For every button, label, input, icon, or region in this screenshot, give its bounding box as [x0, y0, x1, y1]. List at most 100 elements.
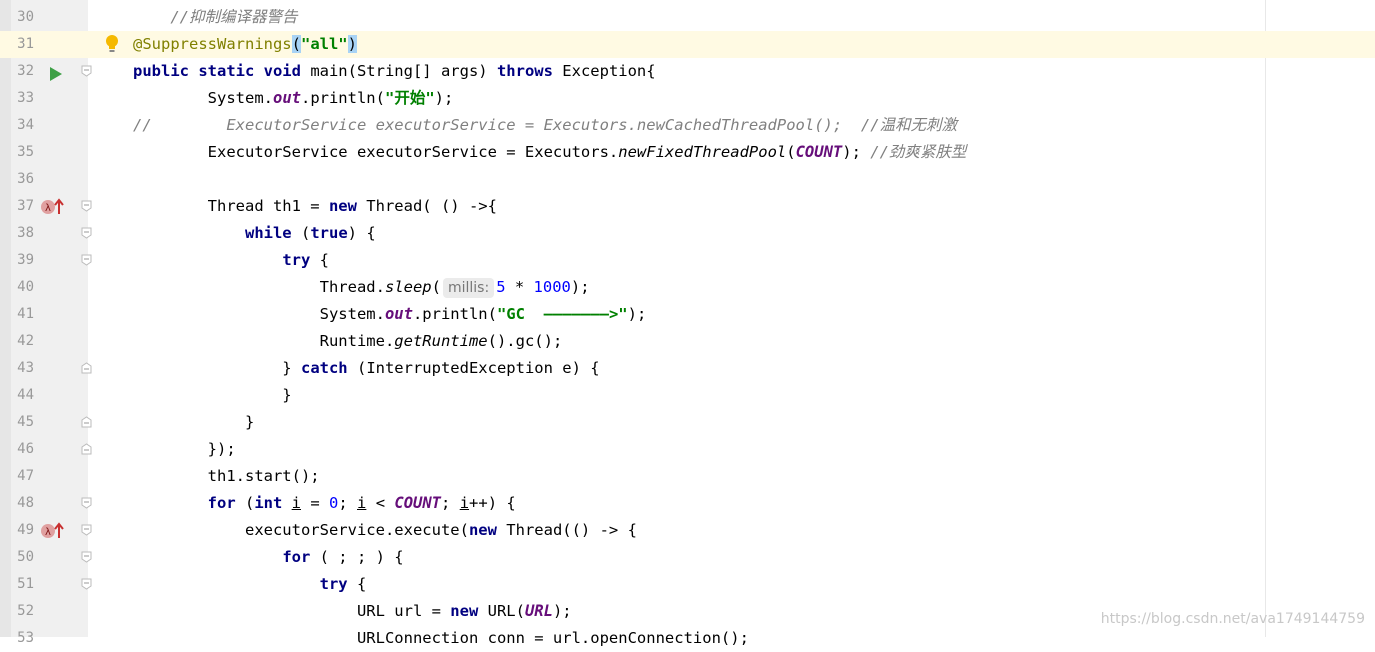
fold-icon[interactable]: [81, 578, 92, 590]
code-token: Thread th1 =: [133, 197, 329, 215]
code-line[interactable]: 47 th1.start();: [0, 463, 1375, 490]
code-text[interactable]: Runtime.getRuntime().gc();: [133, 328, 563, 355]
code-text[interactable]: while (true) {: [133, 220, 376, 247]
code-text[interactable]: Thread th1 = new Thread( () ->{: [133, 193, 497, 220]
code-token: try: [319, 575, 357, 593]
code-text[interactable]: //抑制编译器警告: [133, 4, 297, 31]
code-line[interactable]: 30 //抑制编译器警告: [0, 4, 1375, 31]
code-line[interactable]: 43 } catch (InterruptedException e) {: [0, 355, 1375, 382]
line-number[interactable]: 53: [0, 625, 34, 652]
code-text[interactable]: System.out.println("开始");: [133, 85, 454, 112]
code-text[interactable]: executorService.execute(new Thread(() ->…: [133, 517, 637, 544]
fold-icon[interactable]: [81, 497, 92, 509]
fold-icon[interactable]: [81, 443, 92, 455]
code-text[interactable]: }: [133, 409, 254, 436]
code-token: .println(: [412, 305, 497, 323]
line-number[interactable]: 51: [0, 571, 34, 598]
line-number[interactable]: 50: [0, 544, 34, 571]
code-line[interactable]: 50 for ( ; ; ) {: [0, 544, 1375, 571]
code-token: ;: [441, 494, 460, 512]
line-number[interactable]: 47: [0, 463, 34, 490]
code-text[interactable]: }: [133, 382, 291, 409]
line-number[interactable]: 44: [0, 382, 34, 409]
line-number[interactable]: 37: [0, 193, 34, 220]
code-token: );: [570, 278, 590, 296]
code-text[interactable]: for (int i = 0; i < COUNT; i++) {: [133, 490, 516, 517]
code-line[interactable]: 35 ExecutorService executorService = Exe…: [0, 139, 1375, 166]
code-line[interactable]: 42 Runtime.getRuntime().gc();: [0, 328, 1375, 355]
line-number[interactable]: 38: [0, 220, 34, 247]
code-text[interactable]: @SuppressWarnings("all"): [133, 31, 357, 58]
code-token: 5: [496, 278, 515, 296]
code-line[interactable]: 49 λ executorService.execute(new Thread((…: [0, 517, 1375, 544]
fold-icon[interactable]: [81, 65, 92, 77]
code-line[interactable]: 40 Thread.sleep(millis: 5 * 1000);: [0, 274, 1375, 301]
fold-icon[interactable]: [81, 524, 92, 536]
line-number[interactable]: 39: [0, 247, 34, 274]
code-text[interactable]: });: [133, 436, 236, 463]
fold-icon[interactable]: [81, 200, 92, 212]
code-line[interactable]: 41 System.out.println("GC ———————>");: [0, 301, 1375, 328]
code-text[interactable]: public static void main(String[] args) t…: [133, 58, 656, 85]
line-number[interactable]: 31: [0, 31, 34, 58]
line-number[interactable]: 52: [0, 598, 34, 625]
line-number[interactable]: 45: [0, 409, 34, 436]
code-text[interactable]: th1.start();: [133, 463, 320, 490]
line-number[interactable]: 33: [0, 85, 34, 112]
lightbulb-icon[interactable]: [104, 34, 120, 54]
code-text[interactable]: try {: [133, 571, 367, 598]
fold-icon[interactable]: [81, 227, 92, 239]
line-number[interactable]: 48: [0, 490, 34, 517]
code-line[interactable]: 44 }: [0, 382, 1375, 409]
line-number[interactable]: 41: [0, 301, 34, 328]
line-number[interactable]: 42: [0, 328, 34, 355]
line-number[interactable]: 35: [0, 139, 34, 166]
code-text[interactable]: URLConnection conn = url.openConnection(…: [133, 625, 749, 652]
fold-icon[interactable]: [81, 362, 92, 374]
line-number[interactable]: 46: [0, 436, 34, 463]
code-text[interactable]: URL url = new URL(URL);: [133, 598, 572, 625]
fold-icon[interactable]: [81, 254, 92, 266]
code-text[interactable]: for ( ; ; ) {: [133, 544, 403, 571]
code-text[interactable]: // ExecutorService executorService = Exe…: [133, 112, 957, 139]
code-text[interactable]: } catch (InterruptedException e) {: [133, 355, 599, 382]
fold-icon[interactable]: [81, 551, 92, 563]
line-number[interactable]: 32: [0, 58, 34, 85]
code-token: new: [468, 521, 507, 539]
code-token: <: [366, 494, 395, 512]
code-line[interactable]: 31 @SuppressWarnings("all"): [0, 31, 1375, 58]
code-line[interactable]: 37 λ Thread th1 = new Thread( () ->{: [0, 193, 1375, 220]
code-line[interactable]: 39 try {: [0, 247, 1375, 274]
code-line[interactable]: 46 });: [0, 436, 1375, 463]
code-line[interactable]: 32 public static void main(String[] args)…: [0, 58, 1375, 85]
code-line[interactable]: 38 while (true) {: [0, 220, 1375, 247]
code-text[interactable]: Thread.sleep(millis: 5 * 1000);: [133, 274, 590, 301]
line-number[interactable]: 30: [0, 4, 34, 31]
lambda-override-icon[interactable]: λ: [40, 198, 66, 216]
code-token: Thread.: [133, 278, 385, 296]
line-number[interactable]: 34: [0, 112, 34, 139]
code-token: System.: [133, 305, 385, 323]
code-token: URL: [524, 602, 553, 620]
code-line[interactable]: 34 // ExecutorService executorService = E…: [0, 112, 1375, 139]
line-number[interactable]: 36: [0, 166, 34, 193]
line-number[interactable]: 40: [0, 274, 34, 301]
code-line[interactable]: 51 try {: [0, 571, 1375, 598]
code-line[interactable]: 53 URLConnection conn = url.openConnecti…: [0, 625, 1375, 652]
run-icon[interactable]: [49, 64, 63, 81]
fold-icon[interactable]: [81, 416, 92, 428]
code-line[interactable]: 36: [0, 166, 1375, 193]
code-line[interactable]: 45 }: [0, 409, 1375, 436]
lambda-override-icon[interactable]: λ: [40, 522, 66, 540]
line-number[interactable]: 43: [0, 355, 34, 382]
code-text[interactable]: System.out.println("GC ———————>");: [133, 301, 647, 328]
code-text[interactable]: try {: [133, 247, 329, 274]
line-number[interactable]: 49: [0, 517, 34, 544]
code-line[interactable]: 48 for (int i = 0; i < COUNT; i++) {: [0, 490, 1375, 517]
code-text[interactable]: ExecutorService executorService = Execut…: [133, 139, 967, 166]
code-line[interactable]: 33 System.out.println("开始");: [0, 85, 1375, 112]
code-token: ): [347, 35, 357, 53]
code-token: .println(: [300, 89, 385, 107]
